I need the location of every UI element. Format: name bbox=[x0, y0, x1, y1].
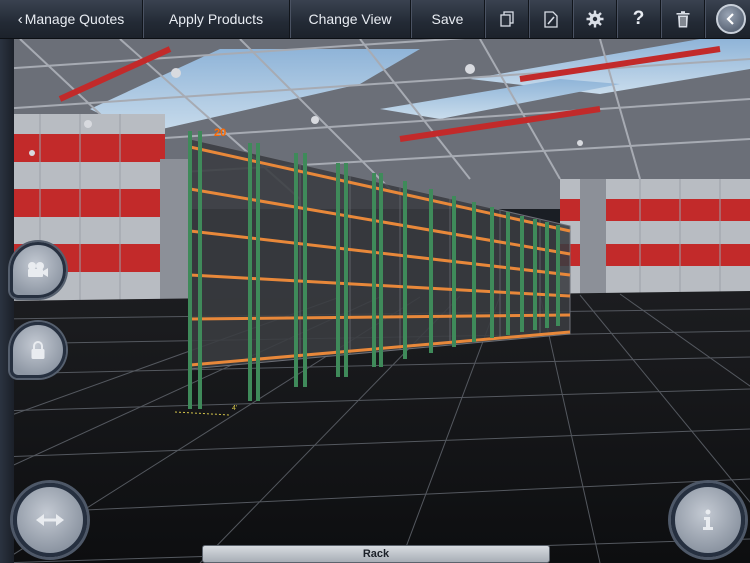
top-toolbar: ‹ Manage Quotes Apply Products Change Vi… bbox=[0, 0, 750, 39]
edit-document-button[interactable] bbox=[529, 0, 573, 38]
mode-label: Rack bbox=[362, 548, 390, 560]
apply-products-button[interactable]: Apply Products bbox=[143, 0, 290, 38]
wall-column bbox=[580, 179, 606, 299]
copy-icon bbox=[499, 11, 514, 27]
lock-button[interactable] bbox=[10, 322, 66, 378]
help-button[interactable]: ? bbox=[617, 0, 661, 38]
info-button[interactable] bbox=[671, 483, 745, 557]
delete-button[interactable] bbox=[661, 0, 705, 38]
copy-button[interactable] bbox=[485, 0, 529, 38]
warehouse-3d-view[interactable]: 4' bbox=[0, 39, 750, 563]
mode-label-bar: Rack bbox=[202, 545, 550, 563]
video-camera-icon bbox=[28, 262, 48, 277]
change-view-label: Change View bbox=[308, 11, 392, 27]
rack-count-label: 20 bbox=[214, 127, 227, 139]
save-label: Save bbox=[431, 11, 464, 27]
lock-icon bbox=[31, 341, 45, 359]
manage-quotes-label: Manage Quotes bbox=[24, 11, 125, 27]
info-icon bbox=[703, 509, 713, 530]
manage-quotes-button[interactable]: ‹ Manage Quotes bbox=[0, 0, 143, 38]
gear-icon bbox=[586, 10, 603, 28]
wall-column bbox=[160, 159, 190, 304]
chevron-left-icon bbox=[726, 13, 734, 25]
help-icon: ? bbox=[632, 8, 645, 29]
camera-view-button[interactable] bbox=[10, 242, 66, 298]
settings-button[interactable] bbox=[573, 0, 617, 38]
pan-arrows-button[interactable] bbox=[13, 483, 87, 557]
save-button[interactable]: Save bbox=[411, 0, 485, 38]
dimension-label: 4' bbox=[232, 405, 237, 412]
horizontal-arrows-icon bbox=[36, 514, 64, 526]
trash-icon bbox=[676, 10, 689, 27]
chevron-left-icon: ‹ bbox=[17, 10, 23, 28]
document-edit-icon bbox=[543, 11, 558, 28]
left-frame bbox=[0, 39, 14, 563]
back-round-button[interactable] bbox=[716, 4, 746, 34]
apply-products-label: Apply Products bbox=[168, 11, 264, 27]
warehouse-scene: 4' bbox=[0, 39, 750, 563]
change-view-button[interactable]: Change View bbox=[290, 0, 411, 38]
